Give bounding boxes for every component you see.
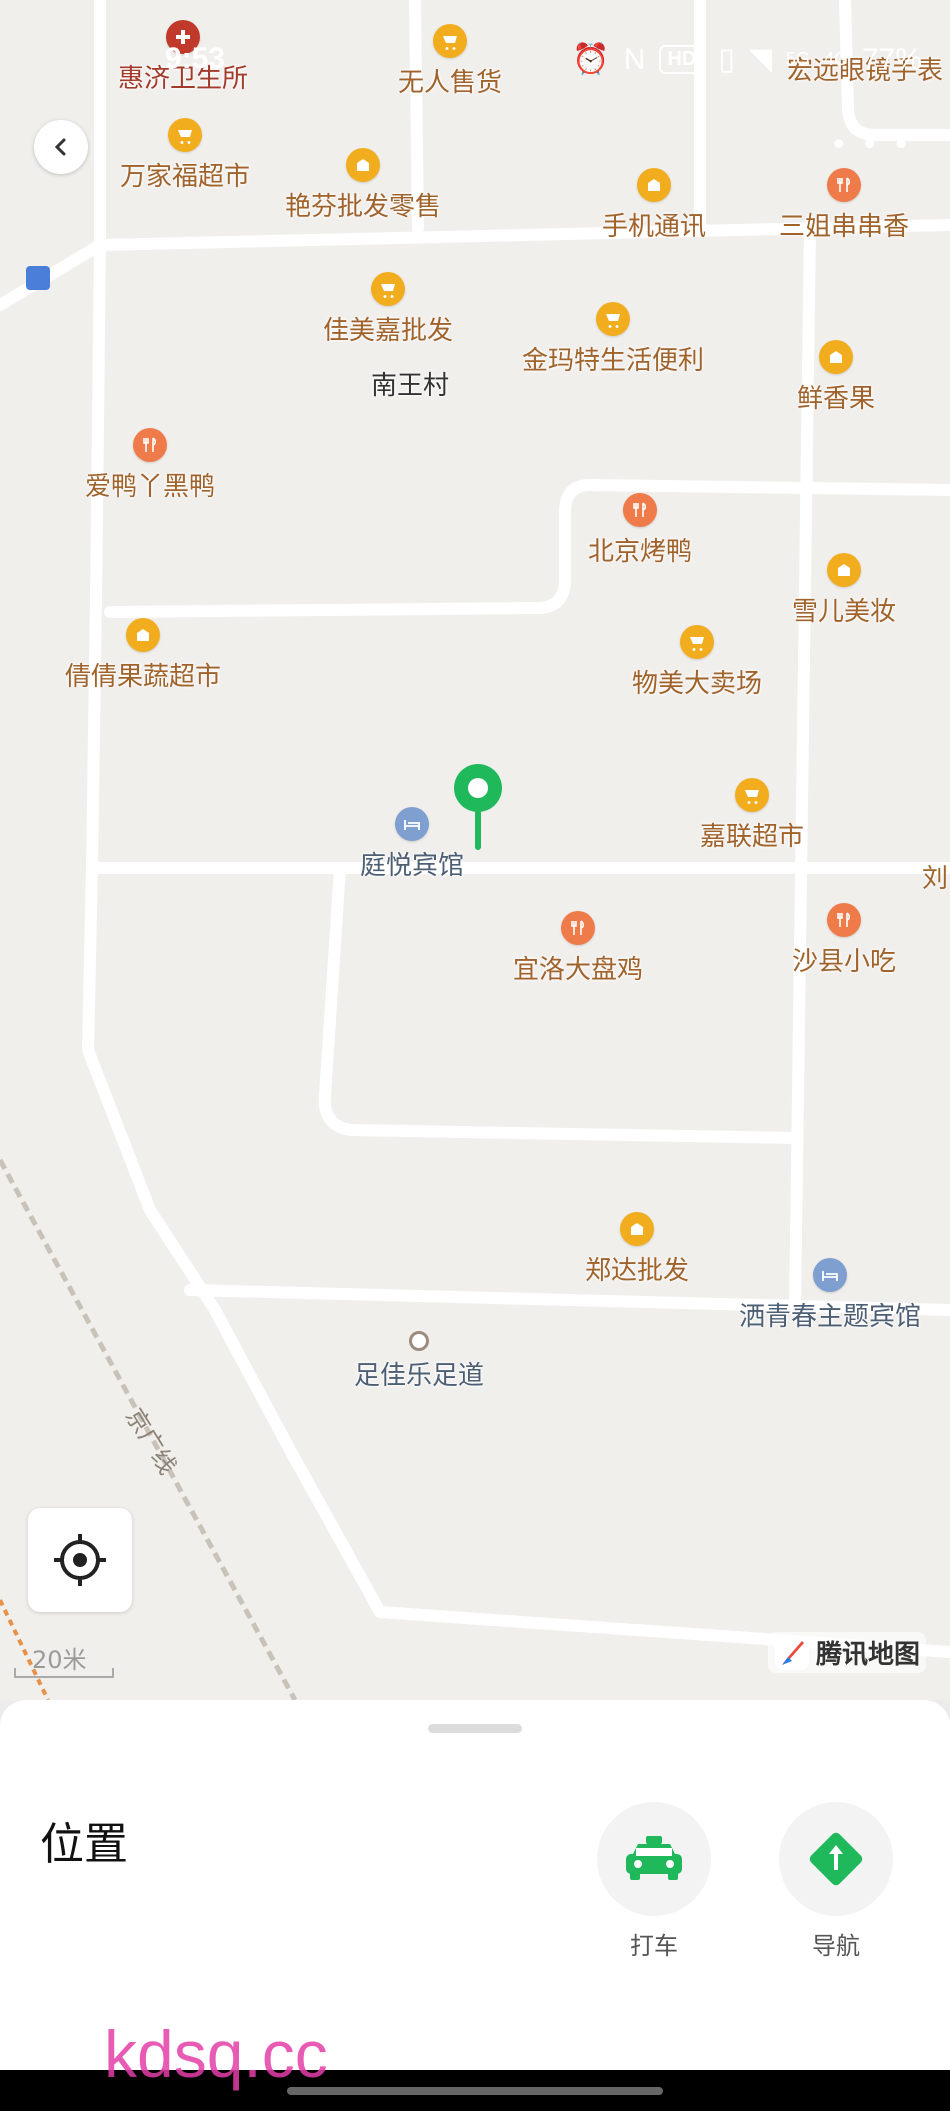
poi-restaurant[interactable]: 北京烤鸭 — [588, 493, 692, 568]
alarm-icon: ⏰ — [572, 43, 610, 76]
shop-icon — [826, 553, 861, 587]
back-button[interactable] — [34, 120, 88, 174]
vibrate-icon: ▯ — [718, 43, 735, 76]
map-canvas[interactable]: 京广线 南王村 惠济卫生所 无人售货 宏远眼镜手表 万家福超市 艳芬批发零售 手… — [0, 0, 950, 1700]
navigation-button[interactable]: 导航 — [778, 1802, 894, 1961]
chevron-left-icon — [54, 138, 66, 156]
poi-restaurant[interactable]: 宜洛大盘鸡 — [513, 911, 643, 986]
shop-icon — [125, 618, 160, 652]
watermark-text: kdsq.cc — [104, 2017, 328, 2091]
poi-supermarket[interactable]: 万家福超市 — [120, 118, 250, 193]
shop-icon — [619, 1212, 654, 1246]
restaurant-icon — [132, 428, 167, 462]
poi-shop[interactable]: 刘 — [922, 858, 948, 895]
poi-spa[interactable]: 足佳乐足道 — [354, 1331, 484, 1392]
taxi-icon — [626, 1836, 682, 1880]
sheet-drag-handle[interactable] — [428, 1724, 522, 1733]
location-pin-icon — [454, 764, 502, 850]
shop-icon — [345, 148, 380, 182]
shop-icon — [818, 340, 853, 374]
bottom-sheet: 位置 打车 导航 — [0, 1700, 950, 2070]
more-options-button[interactable]: • • • — [830, 128, 912, 163]
wifi-icon: ◥ — [748, 43, 772, 76]
poi-supermarket[interactable]: 物美大卖场 — [632, 625, 762, 700]
battery-level: 77% — [861, 42, 922, 76]
locate-me-button[interactable] — [28, 1508, 132, 1612]
taxi-button[interactable]: 打车 — [596, 1802, 712, 1961]
restaurant-icon — [826, 168, 861, 202]
cart-icon — [595, 302, 630, 336]
poi-shop[interactable]: 郑达批发 — [585, 1212, 689, 1287]
poi-shop[interactable]: 鲜香果 — [797, 340, 875, 415]
poi-restaurant[interactable]: 三姐串串香 — [779, 168, 909, 243]
poi-shop[interactable]: 雪儿美妆 — [792, 553, 896, 628]
bed-icon — [812, 1258, 847, 1292]
cart-icon — [167, 118, 202, 152]
poi-supermarket[interactable]: 倩倩果蔬超市 — [65, 618, 221, 693]
poi-supermarket[interactable]: 嘉联超市 — [700, 778, 804, 853]
area-label: 南王村 — [370, 371, 450, 401]
bed-icon — [394, 807, 429, 841]
restaurant-icon — [560, 911, 595, 945]
shop-icon — [636, 168, 671, 202]
transit-icon — [26, 266, 50, 290]
poi-restaurant[interactable]: 沙县小吃 — [792, 903, 896, 978]
signal-5g: 5G — [785, 49, 810, 69]
sheet-title: 位置 — [40, 1819, 128, 1870]
navigation-icon — [809, 1832, 863, 1886]
railway-label: 京广线 — [120, 1403, 182, 1479]
poi-shop[interactable]: 手机通讯 — [602, 168, 706, 243]
status-bar: 9:53 ⏰ N HD ▯ ◥ 5G 4G 77% — [165, 42, 922, 76]
poi-supermarket[interactable]: 佳美嘉批发 — [323, 272, 453, 347]
restaurant-icon — [622, 493, 657, 527]
poi-hotel[interactable]: 洒青春主题宾馆 — [739, 1258, 921, 1333]
poi-supermarket[interactable]: 金玛特生活便利 — [522, 302, 704, 377]
poi-shop[interactable]: 艳芬批发零售 — [285, 148, 441, 223]
tencent-map-logo-icon — [774, 1635, 809, 1670]
cart-icon — [679, 625, 714, 659]
crosshair-icon — [54, 1534, 106, 1586]
nfc-icon: N — [623, 42, 646, 76]
poi-hotel[interactable]: 庭悦宾馆 — [360, 807, 464, 882]
signal-4g: 4G — [823, 49, 848, 69]
map-provider-logo: 腾讯地图 — [767, 1632, 926, 1673]
dot-icon — [408, 1331, 429, 1351]
cart-icon — [370, 272, 405, 306]
restaurant-icon — [826, 903, 861, 937]
home-indicator[interactable] — [287, 2087, 663, 2095]
map-scale: 20米 — [14, 1640, 114, 1682]
cart-icon — [734, 778, 769, 812]
poi-restaurant[interactable]: 爱鸭丫黑鸭 — [85, 428, 215, 503]
